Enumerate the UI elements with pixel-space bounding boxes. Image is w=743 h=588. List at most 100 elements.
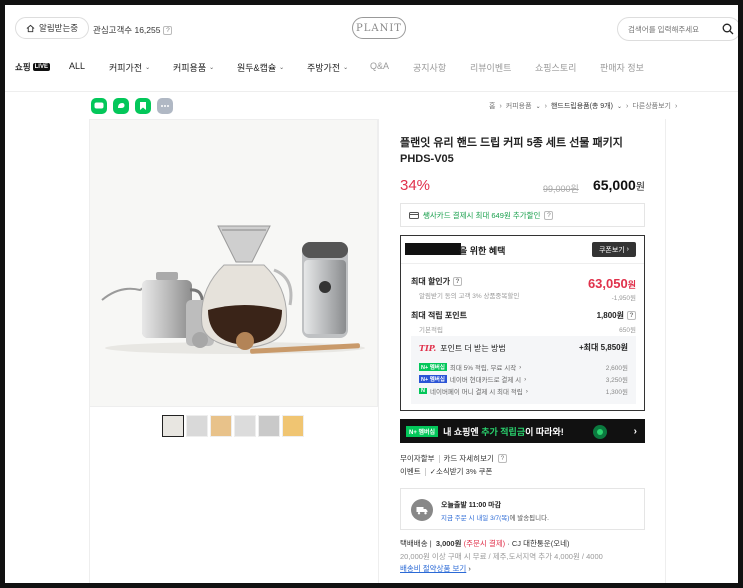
chevron-down-icon: ⌄ bbox=[209, 65, 215, 71]
max-point-label: 최대 적립 포인트 bbox=[411, 311, 467, 320]
breadcrumb-level1[interactable]: 커피용품 bbox=[506, 101, 532, 111]
save-shipping-link[interactable]: 배송비 절약상품 보기 bbox=[400, 564, 466, 573]
discount-rate: 34% bbox=[400, 177, 431, 194]
max-point-amount: 1,800원 bbox=[596, 311, 624, 320]
membership-badge: N+ 멤버십 bbox=[419, 363, 447, 371]
alarm-button[interactable]: 알림받는중 bbox=[15, 17, 90, 39]
truck-icon bbox=[411, 499, 433, 521]
benefit-box: 을 위한 혜택 쿠폰보기 › 최대 할인가? 63,050원 알림받기 동의 고… bbox=[400, 235, 645, 411]
benefit-title: 을 위한 혜택 bbox=[459, 246, 506, 256]
nav-item-label: 공지사항 bbox=[413, 63, 447, 73]
nav-item-coffee-goods[interactable]: 커피용품 ⌄ bbox=[173, 61, 214, 74]
credit-card-icon bbox=[409, 211, 419, 219]
home-bell-icon bbox=[26, 24, 35, 32]
event-value[interactable]: ✓소식받기 3% 쿠폰 bbox=[430, 466, 493, 477]
bookmark-share-icon[interactable] bbox=[135, 98, 151, 114]
basic-point-sub: 기본적립 bbox=[419, 327, 443, 334]
shipping-method: (주문시 결제) bbox=[463, 539, 506, 548]
product-title: 플랜잇 유리 핸드 드립 커피 5종 세트 선물 패키지 PHDS-V05 bbox=[400, 137, 623, 165]
category-nav: 쇼핑 LIVE ALL 커피가전 ⌄ 커피용품 ⌄ 원두&캡슐 ⌄ 주방가전 ⌄ Q&A… bbox=[5, 61, 738, 83]
nav-item-story[interactable]: 쇼핑스토리 bbox=[535, 61, 576, 74]
shipping-carrier: · CJ 대한통운(오네) bbox=[507, 539, 570, 548]
basic-point-value: 650원 bbox=[619, 327, 636, 334]
tip-item-amount: 2,600원 bbox=[605, 365, 628, 372]
coupon-button-label: 쿠폰보기 bbox=[598, 246, 625, 254]
divider bbox=[438, 454, 440, 463]
delivery-sub: 지금 주문 시 내일 3/7(목)에 발송됩니다. bbox=[441, 512, 549, 522]
card-detail-link[interactable]: 카드 자세히보기 bbox=[444, 453, 494, 464]
shipping-label: 택배배송 bbox=[400, 539, 428, 548]
store-logo[interactable]: PLANIT bbox=[352, 17, 406, 39]
nav-item-label: ALL bbox=[69, 61, 86, 71]
tip-item[interactable]: N 네이버페이 머니 결제 시 최대 적립 › 1,300원 bbox=[419, 386, 628, 396]
help-icon[interactable]: ? bbox=[163, 25, 173, 35]
help-icon[interactable]: ? bbox=[497, 454, 507, 463]
tip-item-text: 네이버페이 머니 결제 시 최대 적립 bbox=[429, 389, 523, 396]
thumbnail[interactable] bbox=[258, 415, 280, 437]
installment-row: 무이자할부 카드 자세히보기 ? bbox=[400, 453, 507, 464]
tip-box: TIP. 포인트 더 받는 방법 +최대 5,850원 N+ 멤버십 최대 5%… bbox=[411, 336, 636, 404]
nav-item-all[interactable]: ALL bbox=[69, 61, 85, 71]
price-row: 34% 99,000원 65,000원 bbox=[400, 177, 645, 197]
product-main-image[interactable] bbox=[89, 119, 378, 407]
nav-item-label: 원두&캡슐 bbox=[237, 63, 277, 73]
event-label: 이벤트 bbox=[400, 467, 421, 476]
top-header: 알림받는중 관심고객수 16,255 ? PLANIT bbox=[5, 5, 738, 53]
search-box[interactable] bbox=[617, 17, 738, 41]
membership-badge: N+ 멤버십 bbox=[419, 375, 447, 383]
search-input[interactable] bbox=[628, 24, 716, 34]
nav-item-label: 리뷰이벤트 bbox=[470, 63, 512, 73]
breadcrumb-home[interactable]: 홈 bbox=[489, 101, 495, 111]
divider bbox=[378, 119, 379, 583]
tip-total: +최대 5,850원 bbox=[579, 343, 628, 352]
thumbnail[interactable] bbox=[186, 415, 208, 437]
card-promo[interactable]: 쌩사카드 결제시 최대 649원 추가할인 ? bbox=[400, 203, 645, 227]
thumbnail[interactable] bbox=[234, 415, 256, 437]
breadcrumb: 홈 › 커피용품 ⌄ › 핸드드립용품(총 9개) ⌄ › 다른상품보기 › bbox=[489, 101, 678, 111]
interest-label: 관심고객수 16,255 bbox=[93, 25, 161, 35]
more-share-icon[interactable] bbox=[157, 98, 173, 114]
sale-price: 65,000원 bbox=[593, 177, 645, 193]
banner-text-highlight: 추가 적립금 bbox=[481, 426, 526, 437]
alarm-discount-sub: 알림받기 동의 고객 3% 상품중복할인 bbox=[419, 293, 520, 300]
help-icon[interactable]: ? bbox=[544, 210, 554, 220]
coupon-button[interactable]: 쿠폰보기 › bbox=[592, 242, 636, 257]
breadcrumb-next[interactable]: 다른상품보기 bbox=[632, 101, 671, 111]
nav-item-kitchen[interactable]: 주방가전 ⌄ bbox=[307, 61, 348, 74]
masked-username bbox=[405, 243, 461, 255]
max-discount-unit: 원 bbox=[627, 280, 636, 290]
product-info: 플랜잇 유리 핸드 드립 커피 5종 세트 선물 패키지 PHDS-V05 bbox=[400, 135, 645, 167]
tip-item[interactable]: N+ 멤버십 네이버 현대카드로 결제 시 › 3,250원 bbox=[419, 374, 628, 384]
tip-item-amount: 1,300원 bbox=[605, 389, 628, 396]
max-discount-amount: 63,050 bbox=[587, 276, 628, 291]
nav-item-qna[interactable]: Q&A bbox=[370, 61, 389, 71]
membership-banner[interactable]: N+ 멤버십 내 쇼핑엔 추가 적립금이 따라와! › bbox=[400, 419, 645, 443]
shipping-price: 3,000원 bbox=[435, 539, 462, 548]
nav-shopping-live[interactable]: 쇼핑 LIVE bbox=[15, 61, 50, 73]
nav-item-review-event[interactable]: 리뷰이벤트 bbox=[470, 61, 511, 74]
thumbnail[interactable] bbox=[162, 415, 184, 437]
installment-label: 무이자할부 bbox=[400, 454, 435, 463]
card-promo-text: 쌩사카드 결제시 최대 649원 추가할인 bbox=[423, 210, 541, 220]
shipping-row: 택배배송 | 3,000원 (주문시 결제) · CJ 대한통운(오네) bbox=[400, 539, 570, 548]
tip-item[interactable]: N+ 멤버십 최대 5% 적립, 무료 시작 › 2,600원 bbox=[419, 362, 628, 372]
breadcrumb-level2[interactable]: 핸드드립용품(총 9개) bbox=[551, 101, 613, 111]
membership-badge: N+ 멤버십 bbox=[406, 425, 439, 437]
thumbnail[interactable] bbox=[282, 415, 304, 437]
gift-icon bbox=[593, 425, 607, 439]
nav-item-label: 주방가전 bbox=[307, 63, 341, 73]
thumbnail[interactable] bbox=[210, 415, 232, 437]
share-icons bbox=[91, 98, 173, 114]
help-icon[interactable]: ? bbox=[627, 311, 636, 320]
alarm-label: 알림받는중 bbox=[39, 23, 79, 33]
page-frame: 알림받는중 관심고객수 16,255 ? PLANIT 쇼핑 LIVE ALL … bbox=[5, 5, 738, 583]
nav-item-beans[interactable]: 원두&캡슐 ⌄ bbox=[237, 61, 284, 74]
nav-item-label: 커피용품 bbox=[173, 63, 207, 73]
nav-item-notice[interactable]: 공지사항 bbox=[413, 61, 446, 74]
help-icon[interactable]: ? bbox=[453, 277, 463, 286]
search-icon[interactable] bbox=[722, 23, 734, 35]
talk-share-icon[interactable] bbox=[91, 98, 107, 114]
nav-item-coffee-appliance[interactable]: 커피가전 ⌄ bbox=[109, 61, 150, 74]
blog-share-icon[interactable] bbox=[113, 98, 129, 114]
nav-item-seller[interactable]: 판매자 정보 bbox=[600, 61, 644, 74]
